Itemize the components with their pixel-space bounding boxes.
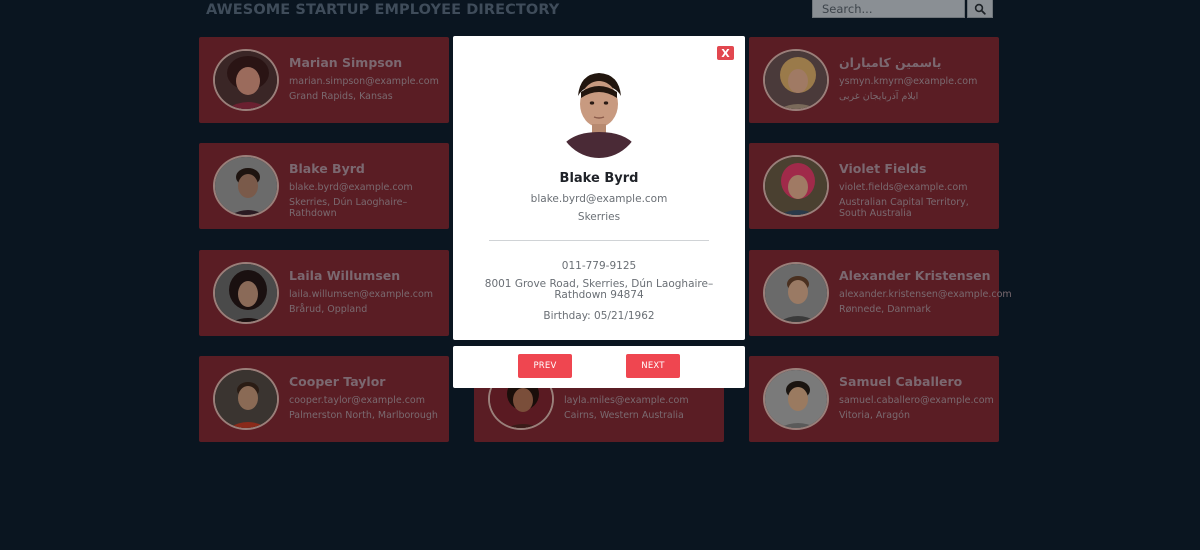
employee-email: violet.fields@example.com — [839, 182, 968, 193]
avatar — [213, 49, 279, 111]
modal-nav-bar: PREV NEXT — [453, 346, 745, 388]
employee-location: Vitoria, Aragón — [839, 410, 910, 421]
search-input[interactable] — [812, 0, 965, 18]
avatar — [213, 368, 279, 430]
employee-name: Samuel Caballero — [839, 374, 963, 389]
avatar — [213, 262, 279, 324]
employee-name: Cooper Taylor — [289, 374, 386, 389]
avatar — [763, 49, 829, 111]
search-icon — [974, 3, 986, 15]
employee-location: Brårud, Oppland — [289, 304, 368, 315]
avatar — [763, 368, 829, 430]
search-button[interactable] — [967, 0, 993, 18]
employee-location: Grand Rapids, Kansas — [289, 91, 393, 102]
avatar — [213, 155, 279, 217]
employee-email: layla.miles@example.com — [564, 395, 689, 406]
close-icon: X — [721, 46, 730, 60]
employee-location: Skerries, Dún Laoghaire–Rathdown — [289, 197, 408, 219]
employee-email: ysmyn.kmyrn@example.com — [839, 76, 978, 87]
page-title: AWESOME STARTUP EMPLOYEE DIRECTORY — [206, 2, 560, 18]
employee-modal: X Blake Byrd blake.byrd@example.com Sker… — [453, 36, 745, 340]
employee-name: Blake Byrd — [289, 161, 365, 176]
modal-employee-birthday: Birthday: 05/21/1962 — [543, 310, 655, 322]
employee-location: Rønnede, Danmark — [839, 304, 931, 315]
employee-name: Laila Willumsen — [289, 268, 401, 283]
employee-card[interactable]: Samuel Caballero samuel.caballero@exampl… — [749, 356, 999, 442]
modal-employee-address: 8001 Grove Road, Skerries, Dún Laoghaire… — [484, 278, 714, 301]
employee-email: samuel.caballero@example.com — [839, 395, 994, 406]
employee-name: Marian Simpson — [289, 55, 403, 70]
next-button[interactable]: NEXT — [626, 354, 680, 378]
employee-email: cooper.taylor@example.com — [289, 395, 426, 406]
employee-name: Violet Fields — [839, 161, 927, 176]
employee-email: blake.byrd@example.com — [289, 182, 413, 193]
employee-location: Cairns, Western Australia — [564, 410, 684, 421]
employee-email: marian.simpson@example.com — [289, 76, 439, 87]
employee-card[interactable]: Marian Simpson marian.simpson@example.co… — [199, 37, 449, 123]
header: AWESOME STARTUP EMPLOYEE DIRECTORY — [200, 0, 1000, 22]
modal-employee-email: blake.byrd@example.com — [530, 193, 668, 205]
employee-location: Australian Capital Territory, South Aust… — [839, 197, 969, 219]
employee-location: ایلام آذربایجان غربی — [839, 91, 919, 102]
modal-divider — [489, 240, 709, 241]
modal-employee-city: Skerries — [577, 211, 621, 223]
prev-button[interactable]: PREV — [518, 354, 572, 378]
modal-employee-phone: 011-779-9125 — [561, 260, 637, 272]
employee-card[interactable]: یاسمین کامیاران ysmyn.kmyrn@example.com … — [749, 37, 999, 123]
employee-card[interactable]: Violet Fields violet.fields@example.com … — [749, 143, 999, 229]
employee-card[interactable]: Laila Willumsen laila.willumsen@example.… — [199, 250, 449, 336]
employee-email: laila.willumsen@example.com — [289, 289, 434, 300]
employee-card[interactable]: Alexander Kristensen alexander.kristense… — [749, 250, 1012, 336]
modal-avatar — [556, 66, 642, 158]
employee-name: یاسمین کامیاران — [839, 55, 942, 70]
employee-email: alexander.kristensen@example.com — [839, 289, 1012, 300]
employee-name: Alexander Kristensen — [839, 268, 991, 283]
employee-location: Palmerston North, Marlborough — [289, 410, 438, 421]
employee-card[interactable]: Cooper Taylor cooper.taylor@example.com … — [199, 356, 449, 442]
close-button[interactable]: X — [717, 46, 734, 60]
employee-card[interactable]: Blake Byrd blake.byrd@example.com Skerri… — [199, 143, 449, 229]
modal-employee-name: Blake Byrd — [559, 171, 639, 186]
avatar — [763, 155, 829, 217]
avatar — [763, 262, 829, 324]
